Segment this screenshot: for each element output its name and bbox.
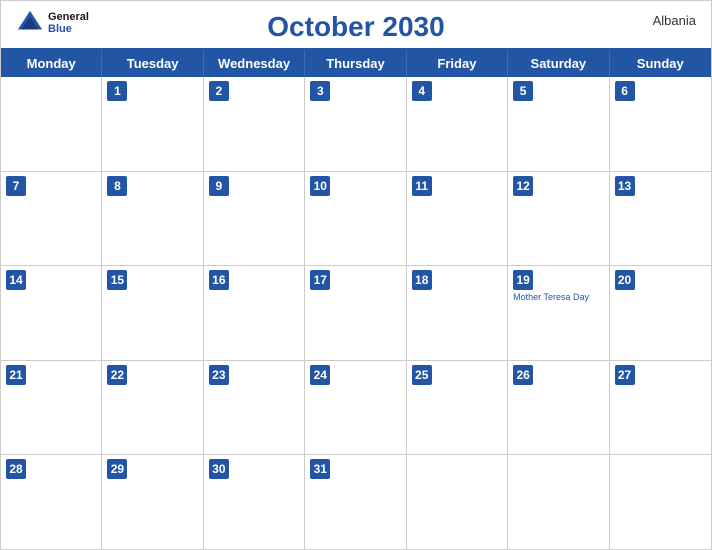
day-number: 5 <box>513 81 533 101</box>
day-number: 29 <box>107 459 127 479</box>
day-header-wednesday: Wednesday <box>204 50 305 77</box>
day-cell: 30 <box>204 455 305 549</box>
day-cell: 21 <box>1 361 102 455</box>
day-cell: 8 <box>102 172 203 266</box>
day-number: 4 <box>412 81 432 101</box>
day-cell: 12 <box>508 172 609 266</box>
day-number: 20 <box>615 270 635 290</box>
day-number: 11 <box>412 176 432 196</box>
week-row-4: 21 22 23 24 25 26 27 <box>1 361 711 456</box>
day-header-thursday: Thursday <box>305 50 406 77</box>
day-cell: 26 <box>508 361 609 455</box>
calendar-header: General Blue October 2030 Albania <box>1 1 711 48</box>
day-number: 19 <box>513 270 533 290</box>
day-number: 28 <box>6 459 26 479</box>
day-number: 24 <box>310 365 330 385</box>
day-cell: 25 <box>407 361 508 455</box>
day-cell: 1 <box>102 77 203 171</box>
day-number: 21 <box>6 365 26 385</box>
day-header-monday: Monday <box>1 50 102 77</box>
day-cell: 11 <box>407 172 508 266</box>
day-number: 2 <box>209 81 229 101</box>
day-cell: 16 <box>204 266 305 360</box>
day-cell: 27 <box>610 361 711 455</box>
day-cell: 28 <box>1 455 102 549</box>
week-row-1: 1 2 3 4 5 6 <box>1 77 711 172</box>
day-cell: 22 <box>102 361 203 455</box>
calendar-container: General Blue October 2030 Albania Monday… <box>0 0 712 550</box>
day-number: 31 <box>310 459 330 479</box>
calendar-title: October 2030 <box>267 11 444 43</box>
holiday-label: Mother Teresa Day <box>513 292 603 303</box>
weeks-container: 12345678910111213141516171819Mother Tere… <box>1 77 711 549</box>
day-number: 27 <box>615 365 635 385</box>
day-number: 18 <box>412 270 432 290</box>
week-row-3: 14 15 16 17 18 19 Mother Teresa Day 20 <box>1 266 711 361</box>
day-number: 7 <box>6 176 26 196</box>
day-header-saturday: Saturday <box>508 50 609 77</box>
day-cell <box>610 455 711 549</box>
day-number: 14 <box>6 270 26 290</box>
day-cell <box>508 455 609 549</box>
day-number: 22 <box>107 365 127 385</box>
day-number: 15 <box>107 270 127 290</box>
day-cell: 29 <box>102 455 203 549</box>
day-cell: 6 <box>610 77 711 171</box>
day-number: 3 <box>310 81 330 101</box>
day-cell: 10 <box>305 172 406 266</box>
day-cell: 3 <box>305 77 406 171</box>
day-headers-row: MondayTuesdayWednesdayThursdayFridaySatu… <box>1 50 711 77</box>
day-number: 9 <box>209 176 229 196</box>
day-number: 26 <box>513 365 533 385</box>
day-number: 12 <box>513 176 533 196</box>
day-cell: 9 <box>204 172 305 266</box>
country-label: Albania <box>653 13 696 28</box>
day-cell: 23 <box>204 361 305 455</box>
day-cell: 24 <box>305 361 406 455</box>
day-cell: 7 <box>1 172 102 266</box>
logo-blue: Blue <box>48 23 89 35</box>
day-cell <box>1 77 102 171</box>
day-cell: 2 <box>204 77 305 171</box>
day-header-friday: Friday <box>407 50 508 77</box>
day-number: 17 <box>310 270 330 290</box>
day-cell: 13 <box>610 172 711 266</box>
logo-text: General Blue <box>48 11 89 35</box>
day-number: 13 <box>615 176 635 196</box>
day-cell: 4 <box>407 77 508 171</box>
day-number: 1 <box>107 81 127 101</box>
day-cell: 19 Mother Teresa Day <box>508 266 609 360</box>
day-cell: 18 <box>407 266 508 360</box>
day-cell: 14 <box>1 266 102 360</box>
day-number: 25 <box>412 365 432 385</box>
day-cell: 15 <box>102 266 203 360</box>
day-number: 30 <box>209 459 229 479</box>
day-number: 16 <box>209 270 229 290</box>
logo-icon <box>16 9 44 37</box>
day-number: 8 <box>107 176 127 196</box>
week-row-2: 7 8 9 10 11 12 13 <box>1 172 711 267</box>
day-cell: 20 <box>610 266 711 360</box>
day-header-sunday: Sunday <box>610 50 711 77</box>
logo-general: General <box>48 11 89 23</box>
day-number: 10 <box>310 176 330 196</box>
day-header-tuesday: Tuesday <box>102 50 203 77</box>
calendar-grid: MondayTuesdayWednesdayThursdayFridaySatu… <box>1 48 711 549</box>
day-cell: 31 <box>305 455 406 549</box>
day-number: 23 <box>209 365 229 385</box>
day-number: 6 <box>615 81 635 101</box>
day-cell: 5 <box>508 77 609 171</box>
week-row-5: 28 29 30 31 <box>1 455 711 549</box>
day-cell <box>407 455 508 549</box>
logo-area: General Blue <box>16 9 89 37</box>
day-cell: 17 <box>305 266 406 360</box>
